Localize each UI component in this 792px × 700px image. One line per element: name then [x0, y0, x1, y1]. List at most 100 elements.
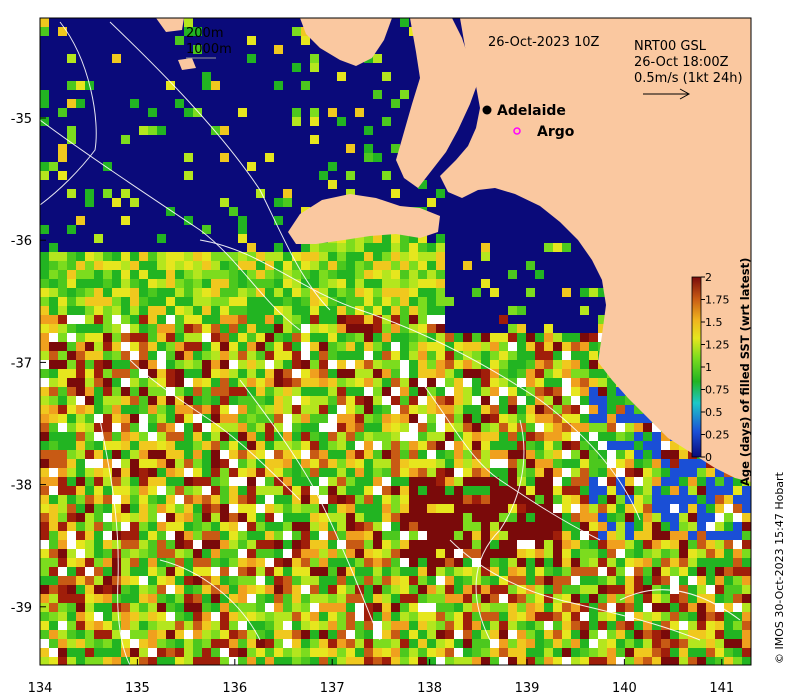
sst-cell — [508, 432, 517, 441]
sst-cell — [292, 396, 301, 405]
sst-cell — [481, 477, 490, 486]
sst-cell — [706, 585, 715, 594]
sst-cell — [148, 612, 157, 621]
sst-cell — [58, 432, 67, 441]
sst-cell — [247, 360, 256, 369]
sst-cell — [481, 252, 490, 261]
sst-cell — [409, 540, 418, 549]
sst-cell — [49, 540, 58, 549]
sst-cell — [616, 603, 625, 612]
sst-cell — [463, 369, 472, 378]
sst-cell — [139, 486, 148, 495]
sst-cell — [175, 315, 184, 324]
sst-cell — [247, 585, 256, 594]
sst-cell — [85, 648, 94, 657]
sst-cell — [679, 522, 688, 531]
sst-cell — [634, 576, 643, 585]
sst-cell — [58, 441, 67, 450]
sst-cell — [373, 153, 382, 162]
sst-cell — [337, 576, 346, 585]
sst-cell — [328, 243, 337, 252]
sst-cell — [553, 441, 562, 450]
sst-cell — [571, 540, 580, 549]
sst-cell — [121, 567, 130, 576]
sst-cell — [688, 630, 697, 639]
sst-cell — [373, 639, 382, 648]
sst-cell — [526, 639, 535, 648]
sst-cell — [301, 360, 310, 369]
sst-cell — [274, 396, 283, 405]
sst-cell — [373, 450, 382, 459]
sst-cell — [184, 621, 193, 630]
sst-cell — [400, 567, 409, 576]
sst-cell — [112, 576, 121, 585]
sst-cell — [301, 648, 310, 657]
sst-cell — [382, 441, 391, 450]
sst-cell — [310, 333, 319, 342]
sst-cell — [256, 279, 265, 288]
sst-cell — [76, 621, 85, 630]
sst-cell — [319, 243, 328, 252]
sst-cell — [652, 594, 661, 603]
sst-cell — [58, 360, 67, 369]
sst-cell — [454, 504, 463, 513]
sst-cell — [85, 477, 94, 486]
sst-cell — [490, 648, 499, 657]
sst-cell — [526, 522, 535, 531]
sst-cell — [571, 396, 580, 405]
sst-cell — [364, 594, 373, 603]
y-tick-label: -36 — [11, 234, 32, 249]
sst-cell — [247, 531, 256, 540]
sst-cell — [427, 351, 436, 360]
sst-cell — [391, 378, 400, 387]
sst-cell — [67, 279, 76, 288]
sst-cell — [499, 549, 508, 558]
sst-cell — [76, 81, 85, 90]
sst-cell — [166, 450, 175, 459]
sst-cell — [463, 378, 472, 387]
sst-cell — [310, 594, 319, 603]
sst-cell — [166, 495, 175, 504]
sst-cell — [670, 495, 679, 504]
sst-cell — [589, 549, 598, 558]
sst-cell — [463, 468, 472, 477]
sst-cell — [58, 495, 67, 504]
sst-cell — [130, 477, 139, 486]
sst-cell — [544, 360, 553, 369]
sst-cell — [202, 261, 211, 270]
sst-cell — [76, 288, 85, 297]
sst-cell — [49, 261, 58, 270]
sst-cell — [346, 621, 355, 630]
sst-cell — [715, 612, 724, 621]
sst-cell — [319, 279, 328, 288]
sst-cell — [400, 369, 409, 378]
sst-cell — [229, 306, 238, 315]
sst-cell — [382, 72, 391, 81]
sst-cell — [697, 621, 706, 630]
sst-cell — [580, 495, 589, 504]
sst-cell — [715, 531, 724, 540]
sst-cell — [643, 486, 652, 495]
sst-cell — [292, 540, 301, 549]
sst-cell — [184, 306, 193, 315]
sst-cell — [346, 585, 355, 594]
sst-cell — [607, 639, 616, 648]
sst-cell — [409, 468, 418, 477]
sst-cell — [229, 495, 238, 504]
sst-cell — [247, 315, 256, 324]
sst-cell — [184, 279, 193, 288]
sst-cell — [40, 351, 49, 360]
sst-cell — [742, 594, 751, 603]
sst-cell — [49, 585, 58, 594]
sst-cell — [148, 324, 157, 333]
sst-cell — [427, 495, 436, 504]
y-tick-label: -39 — [11, 601, 32, 616]
sst-cell — [490, 549, 499, 558]
sst-cell — [553, 333, 562, 342]
sst-cell — [463, 432, 472, 441]
sst-cell — [49, 315, 58, 324]
sst-cell — [472, 459, 481, 468]
sst-cell — [742, 549, 751, 558]
sst-cell — [553, 243, 562, 252]
sst-cell — [283, 198, 292, 207]
